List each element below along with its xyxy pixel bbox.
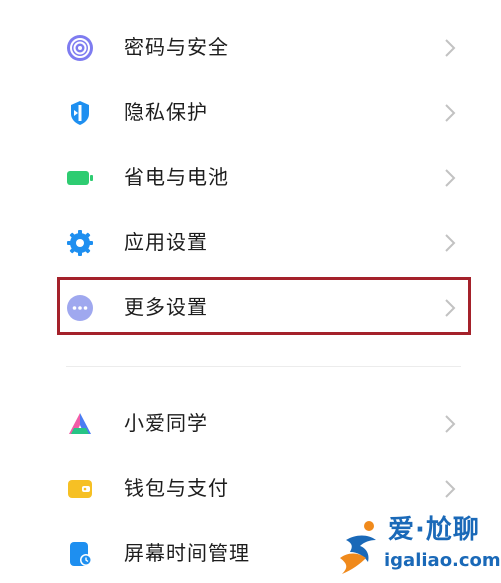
settings-item-password-security[interactable]: 密码与安全 [0,22,501,72]
settings-item-label: 钱包与支付 [124,476,229,500]
settings-item-label: 应用设置 [124,230,208,254]
settings-item-label: 小爱同学 [124,411,208,435]
chevron-right-icon [445,104,456,122]
chevron-right-icon [445,480,456,498]
settings-item-battery[interactable]: 省电与电池 [0,152,501,202]
settings-item-label: 屏幕时间管理 [124,541,250,565]
settings-item-privacy[interactable]: 隐私保护 [0,87,501,137]
chevron-right-icon [445,415,456,433]
settings-item-xiaoai[interactable]: 小爱同学 [0,398,501,448]
privacy-shield-icon [71,101,89,125]
runner-logo-icon [340,521,376,574]
settings-item-wallet[interactable]: 钱包与支付 [0,463,501,513]
highlight-box [57,277,471,335]
watermark-text-top: 爱·尬聊 [388,515,480,545]
chevron-right-icon [445,234,456,252]
chevron-right-icon [445,39,456,57]
section-divider [66,366,461,367]
chevron-right-icon [445,169,456,187]
wallet-icon [68,480,92,498]
screen-time-icon [70,542,92,566]
watermark-logo: 爱·尬聊 igaliao.com [338,514,501,580]
battery-icon [67,171,93,185]
xiaoai-icon [69,413,91,434]
gear-icon [67,230,93,256]
settings-item-label: 密码与安全 [124,35,229,59]
fingerprint-icon [67,35,93,61]
settings-item-label: 省电与电池 [124,165,229,189]
settings-item-app-settings[interactable]: 应用设置 [0,217,501,267]
watermark-text-bottom: igaliao.com [384,550,501,571]
settings-item-label: 隐私保护 [124,100,208,124]
